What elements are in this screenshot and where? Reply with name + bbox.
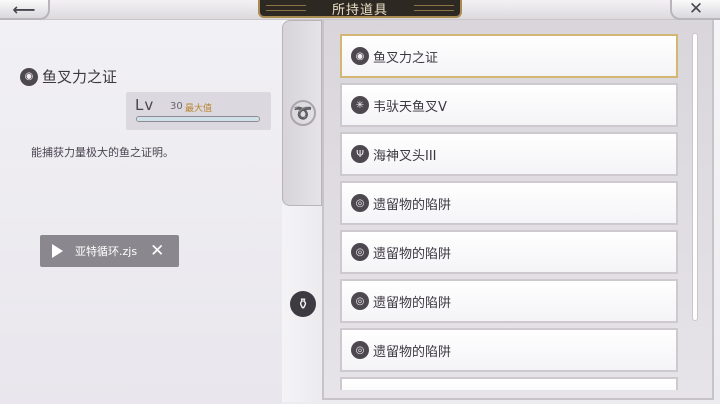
close-button[interactable]: ✕ xyxy=(670,0,720,20)
trident-icon: Ψ xyxy=(351,145,369,163)
item-description: 能捕获力量极大的鱼之证明。 xyxy=(31,146,174,159)
title-ornament-left xyxy=(266,5,306,11)
trap-icon: ◎ xyxy=(351,194,369,212)
level-max-label: 最大值 xyxy=(185,104,213,114)
list-item-label: 遗留物的陷阱 xyxy=(373,246,452,262)
level-bar xyxy=(136,116,260,122)
fish-badge-icon: ◉ xyxy=(351,47,369,65)
level-value: 30 xyxy=(170,101,183,112)
list-item[interactable]: Ψ 海神叉头III xyxy=(340,132,678,176)
trap-icon: ◎ xyxy=(351,341,369,359)
harpoon-icon: ✳ xyxy=(351,96,369,114)
fish-badge-icon: ◉ xyxy=(20,67,38,86)
level-box: Lv 30 最大值 xyxy=(126,92,271,130)
title-ornament-right xyxy=(414,5,454,11)
back-arrow-icon: ⟵ xyxy=(12,0,36,19)
list-item-partial[interactable] xyxy=(340,377,678,390)
recording-toast: 亚特循环.zjs ✕ xyxy=(40,235,179,267)
level-bar-fill xyxy=(137,117,259,121)
list-item-label: 鱼叉力之证 xyxy=(373,50,439,66)
item-list: ◉ 鱼叉力之证 ✳ 韦驮天鱼叉Ⅴ Ψ 海神叉头III ◎ 遗留物的陷阱 ◎ 遗留… xyxy=(336,28,684,390)
list-item-label: 海神叉头III xyxy=(373,148,437,164)
vase-icon[interactable]: ⚱ xyxy=(290,291,316,317)
toast-close-icon[interactable]: ✕ xyxy=(150,241,164,261)
trap-icon: ◎ xyxy=(351,292,369,310)
list-scrollbar[interactable] xyxy=(692,33,698,321)
list-item[interactable]: ◎ 遗留物的陷阱 xyxy=(340,181,678,225)
top-bar: ⟵ 所持道具 ✕ xyxy=(0,0,720,20)
toast-filename: 亚特循环.zjs xyxy=(75,245,138,258)
list-item-label: 遗留物的陷阱 xyxy=(373,197,452,213)
fish-icon[interactable]: ➰ xyxy=(290,100,316,126)
close-icon: ✕ xyxy=(688,0,704,19)
page-title: 所持道具 xyxy=(331,2,388,18)
inventory-screen: ⟵ 所持道具 ✕ ◉ 鱼叉力之证 Lv 30 最大值 能捕获力量极大的鱼之证明。… xyxy=(0,0,720,404)
title-plate: 所持道具 xyxy=(258,0,462,18)
level-label: Lv xyxy=(135,96,155,114)
list-item[interactable]: ◎ 遗留物的陷阱 xyxy=(340,328,678,372)
item-name: 鱼叉力之证 xyxy=(42,68,118,86)
list-item-label: 遗留物的陷阱 xyxy=(373,344,452,360)
list-item[interactable]: ◎ 遗留物的陷阱 xyxy=(340,230,678,274)
list-item[interactable]: ✳ 韦驮天鱼叉Ⅴ xyxy=(340,83,678,127)
list-item[interactable]: ◉ 鱼叉力之证 xyxy=(340,34,678,78)
trap-icon: ◎ xyxy=(351,243,369,261)
list-item-label: 遗留物的陷阱 xyxy=(373,295,452,311)
list-item-label: 韦驮天鱼叉Ⅴ xyxy=(373,99,447,115)
play-icon[interactable] xyxy=(52,244,63,258)
back-button[interactable]: ⟵ xyxy=(0,0,50,20)
item-title: ◉ 鱼叉力之证 xyxy=(20,66,117,87)
list-item[interactable]: ◎ 遗留物的陷阱 xyxy=(340,279,678,323)
